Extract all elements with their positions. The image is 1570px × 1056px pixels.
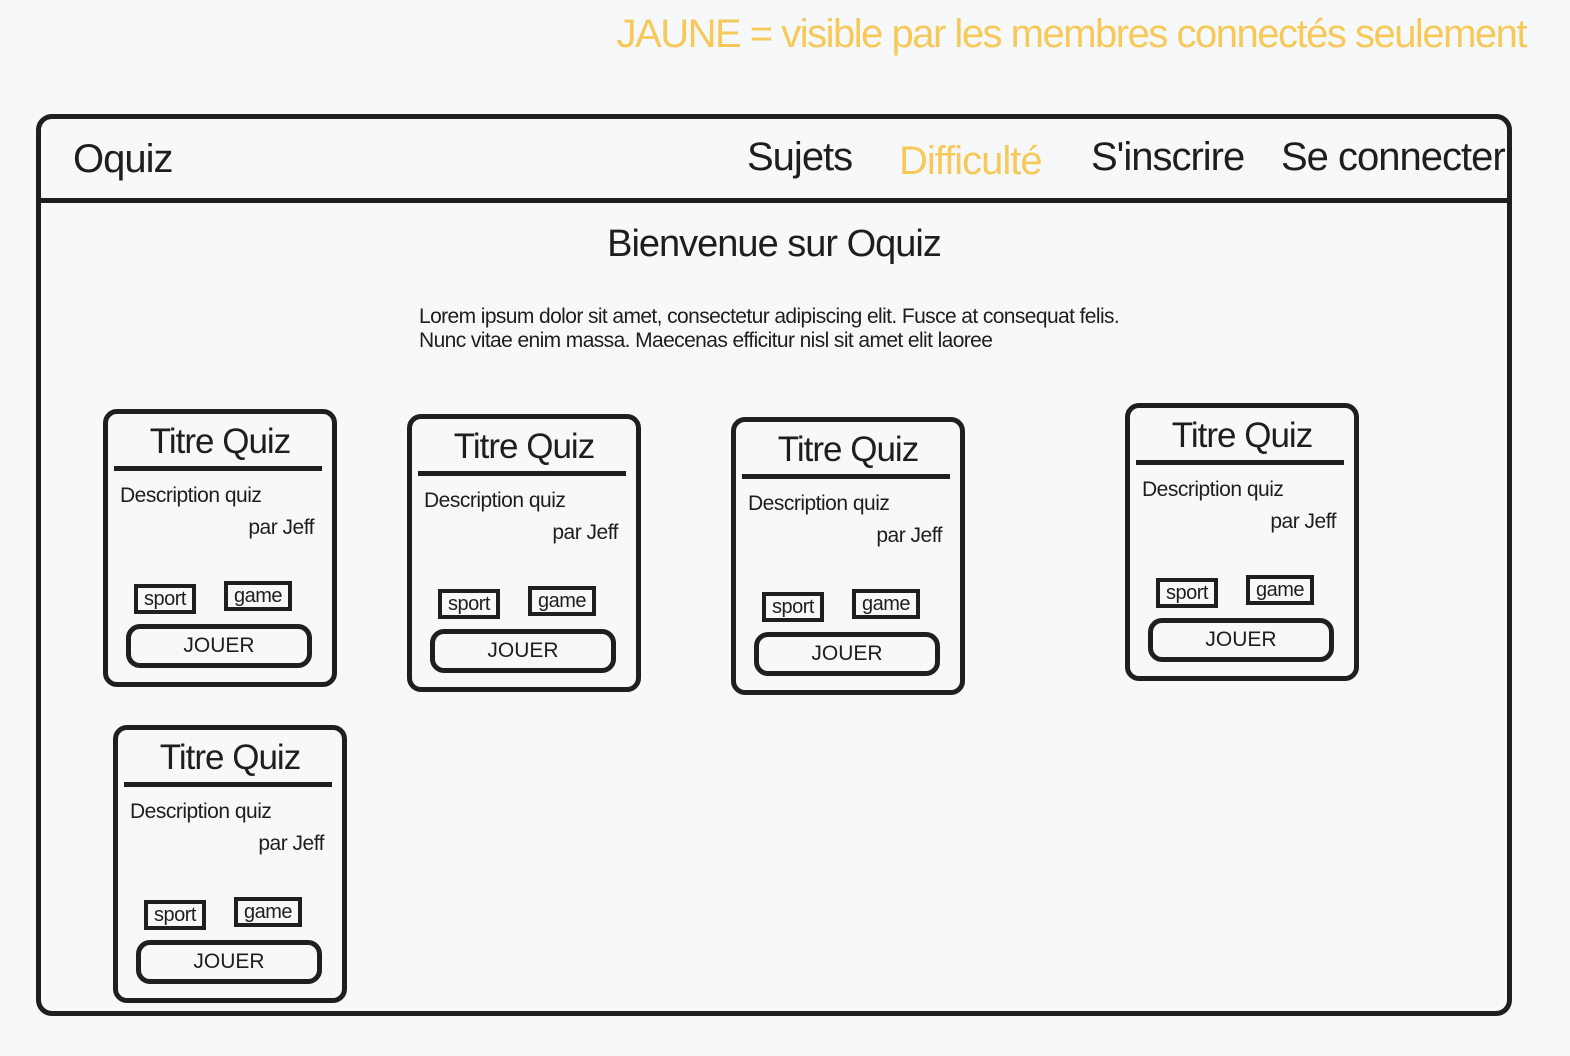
play-button[interactable]: JOUER: [430, 629, 616, 673]
quiz-card: Titre Quiz Description quiz par Jeff spo…: [113, 725, 347, 1003]
page-title: Bienvenue sur Oquiz: [607, 223, 942, 265]
nav-se-connecter[interactable]: Se connecter: [1281, 135, 1506, 180]
nav-difficulte[interactable]: Difficulté: [899, 139, 1043, 184]
quiz-card: Titre Quiz Description quiz par Jeff spo…: [731, 417, 965, 695]
tag-game[interactable]: game: [852, 589, 921, 619]
nav-sinscrire[interactable]: S'inscrire: [1091, 135, 1245, 180]
tag-game[interactable]: game: [224, 581, 293, 611]
quiz-description: Description quiz: [424, 489, 566, 512]
site-header: Oquiz Sujets Difficulté S'inscrire Se co…: [41, 119, 1507, 203]
quiz-title: Titre Quiz: [1171, 416, 1313, 455]
play-button[interactable]: JOUER: [136, 940, 322, 984]
site-frame: Oquiz Sujets Difficulté S'inscrire Se co…: [36, 114, 1512, 1016]
quiz-author: par Jeff: [876, 524, 942, 547]
quiz-author: par Jeff: [1270, 510, 1336, 533]
quiz-card: Titre Quiz Description quiz par Jeff spo…: [1125, 403, 1359, 681]
quiz-card: Titre Quiz Description quiz par Jeff spo…: [407, 414, 641, 692]
tag-sport[interactable]: sport: [762, 592, 824, 622]
play-button[interactable]: JOUER: [754, 632, 940, 676]
quiz-description: Description quiz: [120, 484, 262, 507]
tag-sport[interactable]: sport: [1156, 578, 1218, 608]
card-divider: [124, 782, 332, 787]
play-button[interactable]: JOUER: [126, 624, 312, 668]
quiz-card: Titre Quiz Description quiz par Jeff spo…: [103, 409, 337, 687]
tag-game[interactable]: game: [1246, 575, 1315, 605]
quiz-description: Description quiz: [748, 492, 890, 515]
card-divider: [418, 471, 626, 476]
card-divider: [1136, 460, 1344, 465]
tag-game[interactable]: game: [234, 897, 303, 927]
play-button[interactable]: JOUER: [1148, 618, 1334, 662]
tag-game[interactable]: game: [528, 586, 597, 616]
intro-line: Lorem ipsum dolor sit amet, consectetur …: [419, 305, 1120, 328]
quiz-description: Description quiz: [1142, 478, 1284, 501]
brand-logo[interactable]: Oquiz: [73, 137, 173, 182]
legend-note: JAUNE = visible par les membres connecté…: [616, 12, 1528, 56]
intro-text: Lorem ipsum dolor sit amet, consectetur …: [419, 305, 1239, 353]
wireframe-page: JAUNE = visible par les membres connecté…: [0, 0, 1570, 1056]
tag-sport[interactable]: sport: [438, 589, 500, 619]
nav-sujets[interactable]: Sujets: [747, 135, 853, 180]
quiz-title: Titre Quiz: [777, 430, 919, 469]
quiz-title: Titre Quiz: [453, 427, 595, 466]
card-divider: [114, 466, 322, 471]
tag-sport[interactable]: sport: [134, 584, 196, 614]
quiz-title: Titre Quiz: [159, 738, 301, 777]
intro-line: Nunc vitae enim massa. Maecenas efficitu…: [419, 329, 993, 352]
quiz-description: Description quiz: [130, 800, 272, 823]
card-divider: [742, 474, 950, 479]
quiz-title: Titre Quiz: [149, 422, 291, 461]
tag-sport[interactable]: sport: [144, 900, 206, 930]
quiz-author: par Jeff: [552, 521, 618, 544]
quiz-author: par Jeff: [258, 832, 324, 855]
quiz-author: par Jeff: [248, 516, 314, 539]
